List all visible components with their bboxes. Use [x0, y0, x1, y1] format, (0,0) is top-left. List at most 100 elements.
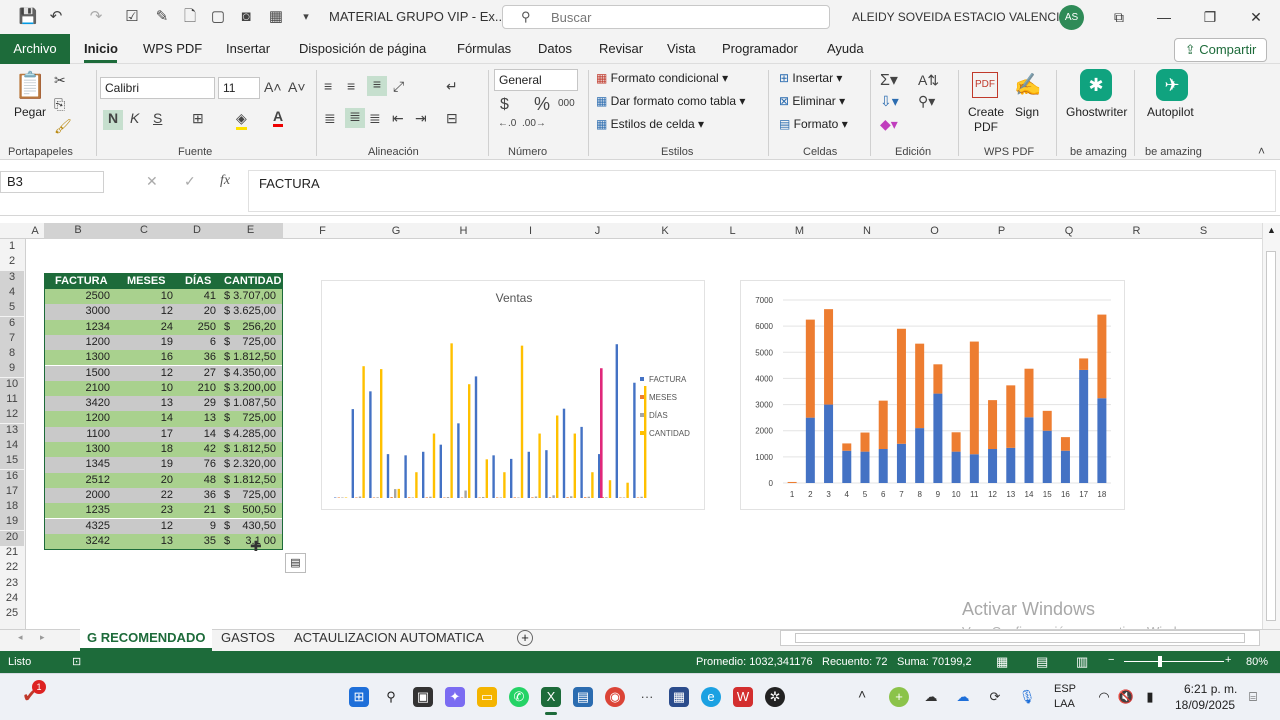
sort-filter-icon[interactable]: A⇅ [918, 72, 939, 89]
chart-stacked[interactable]: 0 1000 2000 3000 4000 5000 6000 7000 1 2 3 4 5 6 7 8 9 10… [740, 280, 1125, 510]
save-icon[interactable]: 💾 [18, 8, 38, 26]
bar-meses[interactable] [337, 497, 340, 499]
bar-factura[interactable] [562, 408, 566, 498]
bar-cantidad[interactable] [644, 386, 647, 498]
next-sheet-icon[interactable]: ▸ [40, 632, 45, 643]
table-cell[interactable]: 10 [161, 382, 173, 394]
table-cell[interactable]: 3420 [86, 397, 110, 409]
bar-cantidad[interactable] [344, 497, 348, 499]
bold-button[interactable]: N [103, 110, 123, 130]
table-cell[interactable]: 27 [204, 367, 216, 379]
bar-días[interactable] [411, 497, 414, 499]
camera-icon[interactable]: ◙ [236, 8, 256, 26]
bar-factura[interactable] [369, 391, 372, 498]
tab-review[interactable]: Revisar [599, 41, 643, 56]
merge-center-icon[interactable]: ⊟ [446, 110, 458, 127]
stacked-bar-orange[interactable] [1042, 410, 1052, 431]
start-icon[interactable]: ⊞ [349, 687, 369, 707]
cut-icon[interactable]: ✂ [54, 72, 66, 89]
stacked-bar-blue[interactable] [915, 428, 925, 483]
tab-wps-pdf[interactable]: WPS PDF [143, 41, 202, 56]
table-row[interactable]: 1200 14 13 $725,00 [45, 411, 282, 427]
bar-meses[interactable] [425, 497, 428, 498]
table-cell[interactable]: 23 [161, 504, 173, 516]
bar-meses[interactable] [443, 497, 446, 499]
table-cell[interactable]: 4.350,00 [233, 367, 276, 379]
copy-icon[interactable]: ⎘ [54, 96, 65, 113]
column-header[interactable]: E [218, 223, 283, 239]
ribbon-display-icon[interactable]: ⧉ [1104, 6, 1134, 28]
table-cell[interactable]: 21 [204, 504, 216, 516]
scroll-thumb[interactable] [1266, 251, 1276, 621]
table-cell[interactable]: 725,00 [242, 336, 276, 348]
zoom-slider[interactable] [1124, 661, 1224, 662]
bar-meses[interactable] [460, 497, 464, 499]
stacked-bar-orange[interactable] [933, 364, 943, 394]
outlook-icon[interactable]: ▤ [573, 687, 593, 707]
bar-cantidad[interactable] [380, 369, 383, 498]
table-cell[interactable]: 20 [204, 305, 216, 317]
stacked-bar-orange[interactable] [1006, 385, 1016, 448]
stacked-bar-blue[interactable] [1006, 447, 1016, 483]
stacked-bar-blue[interactable] [969, 454, 979, 483]
autopilot-icon[interactable]: ✈ [1156, 69, 1188, 101]
status-count[interactable]: Recuento: 72 [822, 656, 887, 668]
stacked-bar-orange[interactable] [896, 328, 906, 444]
vertical-scrollbar[interactable]: ▲ [1262, 223, 1280, 629]
new-file-icon[interactable]: 🗋 [180, 8, 200, 26]
column-header[interactable]: A [26, 225, 44, 237]
column-header[interactable]: Q [1035, 225, 1103, 237]
bar-días[interactable] [570, 496, 573, 498]
bar-días[interactable] [587, 496, 590, 498]
table-cell[interactable]: 12 [161, 520, 173, 532]
row-header[interactable]: 13 [0, 423, 24, 439]
bar-días[interactable] [499, 497, 502, 499]
sign-icon[interactable]: ✍ [1014, 72, 1041, 98]
bar-cantidad[interactable] [573, 433, 576, 498]
bar-cantidad[interactable] [538, 433, 541, 498]
create-pdf-icon[interactable]: PDF [972, 72, 998, 98]
stacked-bar-blue[interactable] [951, 451, 961, 483]
row-header[interactable]: 17 [0, 484, 24, 500]
checkbox-icon[interactable]: ☑ [122, 8, 142, 26]
header-meses[interactable]: MESES [127, 275, 166, 287]
table-cell[interactable]: 1345 [86, 458, 110, 470]
tab-view[interactable]: Vista [667, 41, 696, 56]
search-box[interactable]: ⚲ Buscar [502, 5, 830, 29]
table-cell[interactable]: 10 [161, 290, 173, 302]
align-left-icon[interactable]: ≣ [324, 110, 336, 127]
table-cell[interactable]: 4.285,00 [233, 428, 276, 440]
row-header[interactable]: 7 [0, 331, 24, 347]
row-header[interactable]: 19 [0, 515, 24, 531]
column-header[interactable]: H [430, 225, 497, 237]
notifications-icon[interactable]: ⌸ [1243, 687, 1263, 707]
tab-home[interactable]: Inicio [84, 41, 118, 56]
table-cell[interactable]: 430,50 [242, 520, 276, 532]
decrease-decimal-icon[interactable]: .00→ [522, 118, 546, 129]
horizontal-scroll-thumb[interactable] [795, 633, 1245, 643]
bar-días[interactable] [482, 496, 485, 498]
row-header[interactable]: 4 [0, 285, 24, 301]
format-as-table-button[interactable]: ▦ Dar formato como tabla ▾ [596, 94, 745, 108]
stacked-bar-blue[interactable] [824, 404, 834, 483]
chart-ventas[interactable]: Ventas FACTURA MESES DÍAS CANTIDAD [321, 280, 705, 510]
column-header[interactable]: S [1170, 225, 1237, 237]
row-header[interactable]: 3 [0, 270, 24, 286]
bar-días[interactable] [341, 497, 344, 499]
table-cell[interactable]: 1.812,50 [233, 351, 276, 363]
minimize-icon[interactable]: — [1149, 6, 1179, 28]
quick-analysis-icon[interactable]: ▤ [285, 553, 306, 573]
table-row[interactable]: 1235 23 21 $500,50 [45, 503, 282, 519]
stacked-bar-orange[interactable] [787, 481, 797, 483]
stacked-bar-blue[interactable] [1079, 369, 1089, 483]
zoom-slider-thumb[interactable] [1158, 656, 1162, 667]
row-header[interactable]: 5 [0, 301, 24, 317]
column-header[interactable]: F [283, 225, 362, 237]
increase-decimal-icon[interactable]: ←.0 [498, 118, 516, 129]
paste-label[interactable]: Pegar [14, 105, 46, 119]
bar-días[interactable] [376, 497, 379, 498]
tab-formulas[interactable]: Fórmulas [457, 41, 511, 56]
font-size-dropdown[interactable]: 11 [218, 77, 260, 99]
highlight-bar[interactable] [600, 368, 603, 498]
bar-días[interactable] [464, 490, 467, 498]
